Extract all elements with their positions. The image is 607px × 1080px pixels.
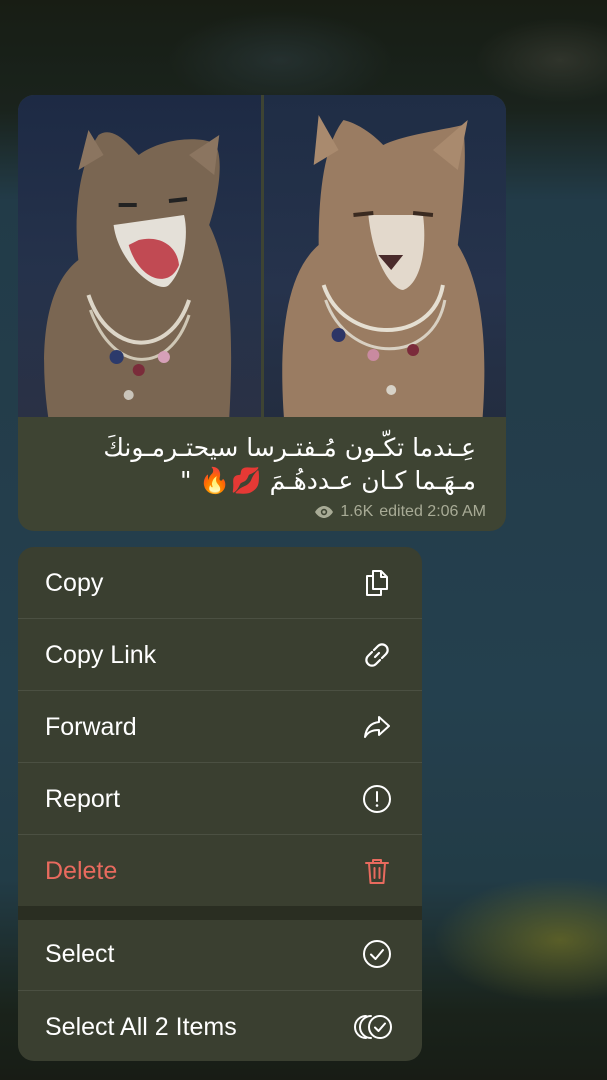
message-caption: عِـندما تكّـون مُـفتـرسا سيحتـرمـونكَ مـ… (36, 431, 476, 497)
select-all-label: Select All 2 Items (45, 1012, 237, 1041)
media-album (18, 95, 506, 417)
copy-link-button[interactable]: Copy Link (18, 619, 422, 691)
eye-icon (315, 506, 334, 518)
message-meta: 1.6K edited 2:06 AM (314, 503, 486, 521)
copy-icon (360, 566, 394, 600)
copy-button[interactable]: Copy (18, 547, 422, 619)
select-all-button[interactable]: Select All 2 Items (18, 991, 422, 1061)
multi-check-circle-icon (354, 1010, 394, 1044)
report-button[interactable]: Report (18, 763, 422, 835)
exclamation-circle-icon (360, 782, 394, 816)
edited-timestamp: edited 2:06 AM (379, 503, 486, 520)
select-button[interactable]: Select (18, 918, 422, 990)
forward-arrow-icon (360, 710, 394, 744)
photo-calm-cougar[interactable] (263, 95, 506, 417)
message-bubble[interactable]: عِـندما تكّـون مُـفتـرسا سيحتـرمـونكَ مـ… (18, 95, 506, 531)
view-count: 1.6K (340, 503, 374, 520)
context-menu: Copy Copy Link Forward Report Delete Sel… (18, 547, 422, 1061)
copy-label: Copy (45, 568, 104, 597)
caption-line-1: عِـندما تكّـون مُـفتـرسا سيحتـرمـونكَ (103, 433, 476, 462)
copy-link-label: Copy Link (45, 640, 157, 669)
delete-label: Delete (45, 856, 118, 885)
forward-button[interactable]: Forward (18, 691, 422, 763)
check-circle-icon (360, 937, 394, 971)
delete-button[interactable]: Delete (18, 835, 422, 907)
forward-label: Forward (45, 712, 137, 741)
select-label: Select (45, 939, 115, 968)
photo-snarling-cougar[interactable] (18, 95, 261, 417)
report-label: Report (45, 784, 121, 813)
link-icon (360, 638, 394, 672)
trash-icon (360, 854, 394, 888)
caption-line-2: مـهَـما كـان عـددهُـمَ 💋🔥 " (179, 466, 476, 495)
